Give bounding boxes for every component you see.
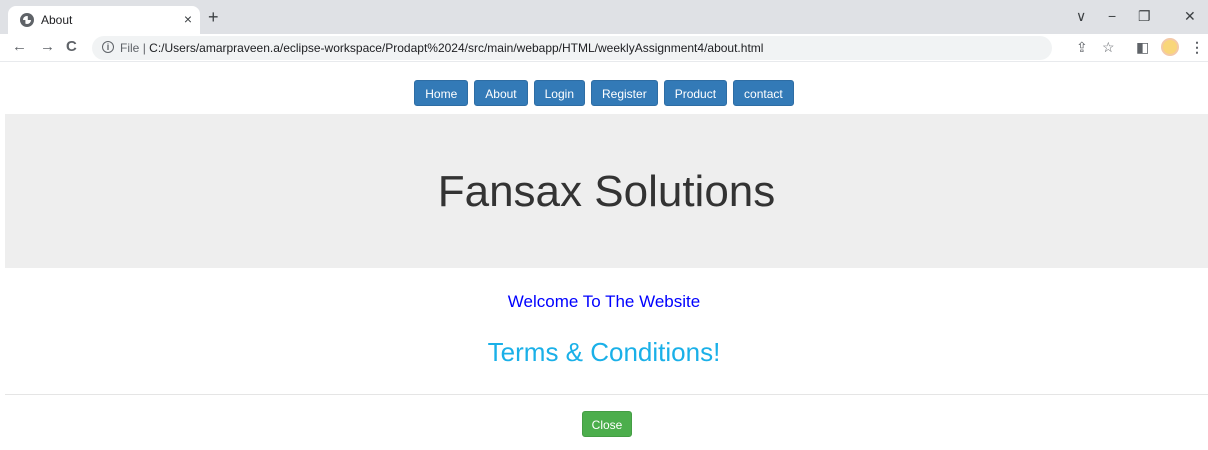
info-icon[interactable]: i: [102, 41, 114, 53]
url-text: File | C:/Users/amarpraveen.a/eclipse-wo…: [120, 41, 763, 55]
site-nav: Home About Login Register Product contac…: [0, 80, 1208, 106]
nav-register-button[interactable]: Register: [591, 80, 658, 106]
window-close-icon[interactable]: ✕: [1184, 8, 1196, 24]
nav-home-button[interactable]: Home: [414, 80, 469, 106]
browser-toolbar: ← → C i File | C:/Users/amarpraveen.a/ec…: [0, 34, 1208, 62]
address-bar[interactable]: i File | C:/Users/amarpraveen.a/eclipse-…: [92, 36, 1052, 60]
bookmark-star-icon[interactable]: ☆: [1102, 39, 1115, 55]
footer-divider: [5, 394, 1208, 395]
back-icon[interactable]: ←: [12, 39, 27, 55]
side-panel-icon[interactable]: ◧: [1136, 39, 1149, 55]
terms-heading: Terms & Conditions!: [487, 337, 721, 367]
url-separator: |: [142, 41, 146, 55]
tab-title: About: [41, 13, 73, 27]
new-tab-icon[interactable]: +: [208, 8, 219, 26]
share-icon[interactable]: ⇪: [1076, 39, 1088, 55]
minimize-icon[interactable]: −: [1108, 8, 1116, 24]
reload-icon[interactable]: C: [66, 39, 77, 55]
profile-avatar[interactable]: [1161, 38, 1179, 56]
tab-close-icon[interactable]: ×: [184, 11, 192, 27]
nav-contact-button[interactable]: contact: [733, 80, 794, 106]
globe-icon: [20, 13, 34, 27]
kebab-menu-icon[interactable]: ⋮: [1190, 39, 1204, 55]
browser-tab[interactable]: About ×: [8, 6, 200, 34]
restore-icon[interactable]: ❐: [1138, 8, 1151, 24]
page-title: Fansax Solutions: [437, 167, 776, 216]
nav-product-button[interactable]: Product: [663, 80, 728, 106]
nav-login-button[interactable]: Login: [533, 80, 585, 106]
jumbotron: Fansax Solutions: [5, 114, 1208, 268]
url-scheme: File: [120, 41, 140, 55]
tab-search-icon[interactable]: ∨: [1076, 8, 1086, 24]
browser-tabstrip: About × + ∨ − ❐ ✕: [0, 0, 1208, 34]
close-button[interactable]: Close: [582, 411, 632, 437]
welcome-text: Welcome To The Website: [507, 292, 701, 311]
forward-icon[interactable]: →: [40, 39, 55, 55]
nav-about-button[interactable]: About: [474, 80, 528, 106]
url-path: C:/Users/amarpraveen.a/eclipse-workspace…: [149, 41, 764, 55]
